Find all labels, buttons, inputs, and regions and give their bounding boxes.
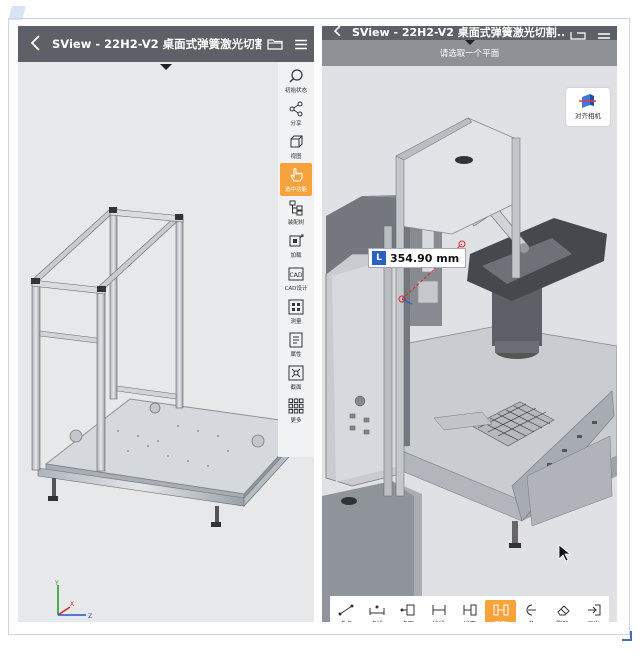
tool-load[interactable]: 加载	[280, 229, 312, 262]
hamburger-menu-icon	[598, 33, 610, 39]
measurement-label: L 354.90 mm	[368, 248, 467, 268]
left-phone-screen: SView - 22H2-V2 桌面式弹簧激光切割.. 初始状态 分享 视图 选…	[18, 26, 314, 622]
measure-point-face-button[interactable]: 点面	[392, 600, 423, 622]
tool-view[interactable]: 视图	[280, 130, 312, 163]
tool-properties[interactable]: 属性	[280, 328, 312, 361]
open-folder-button[interactable]	[262, 38, 288, 50]
collapse-panel-toggle[interactable]	[138, 62, 194, 74]
properties-icon	[289, 332, 303, 347]
tool-reset-view[interactable]: 初始状态	[280, 64, 312, 97]
menu-button[interactable]	[288, 39, 314, 50]
back-button[interactable]	[18, 32, 52, 56]
measure-point-point-button[interactable]: 点点	[330, 600, 361, 622]
point-line-icon	[369, 605, 384, 615]
view-cube-icon	[290, 135, 303, 147]
open-folder-button-right[interactable]	[565, 32, 591, 40]
share-icon	[289, 101, 303, 116]
align-camera-button[interactable]: 对齐相机	[566, 88, 610, 126]
point-point-icon	[338, 604, 353, 616]
tool-section[interactable]: 截面	[280, 361, 312, 394]
menu-button-right[interactable]	[591, 32, 617, 40]
measure-icon	[288, 299, 304, 314]
tool-more[interactable]: 更多	[280, 394, 312, 427]
selection-hint-bar: 请选取一个平面	[322, 40, 617, 66]
measure-line-line-button[interactable]: 线线	[423, 600, 454, 622]
cad-design-icon: CAD	[288, 267, 304, 280]
delete-measurement-button[interactable]: 删除	[547, 600, 578, 622]
top-app-bar: SView - 22H2-V2 桌面式弹簧激光切割..	[18, 26, 314, 62]
screenshot-root: SView - 22H2-V2 桌面式弹簧激光切割.. 初始状态 分享 视图 选…	[0, 0, 640, 655]
mouse-pointer-icon	[558, 544, 572, 562]
hamburger-menu-icon	[295, 39, 307, 49]
tool-share[interactable]: 分享	[280, 97, 312, 130]
length-tag: L	[372, 251, 386, 265]
measure-angle-button[interactable]: 角	[516, 600, 547, 622]
svg-text:CAD: CAD	[290, 272, 303, 279]
tool-select[interactable]: 选中功能	[280, 163, 312, 196]
right-tool-strip: 初始状态 分享 视图 选中功能 装配树 加载 CAD CAD设计 测量 属性 截…	[278, 62, 314, 457]
back-button-right[interactable]	[322, 26, 352, 40]
align-camera-icon	[579, 94, 596, 108]
eraser-icon	[556, 605, 570, 616]
point-face-icon	[400, 604, 414, 616]
tool-cad-design[interactable]: CAD CAD设计	[280, 262, 312, 295]
exit-icon	[587, 604, 600, 616]
document-title: SView - 22H2-V2 桌面式弹簧激光切割..	[52, 37, 262, 51]
measure-line-face-button[interactable]: 线面	[454, 600, 485, 622]
angle-icon	[526, 604, 536, 616]
hand-select-icon	[290, 167, 303, 182]
axis-x-label: X	[70, 601, 74, 608]
frame-corner-mark	[622, 631, 632, 641]
face-face-icon	[493, 604, 508, 616]
measure-face-face-button[interactable]: 面面	[485, 600, 516, 622]
folder-icon	[267, 39, 283, 50]
section-icon	[288, 365, 304, 380]
selection-hint: 请选取一个平面	[439, 49, 500, 59]
more-grid-icon	[288, 398, 304, 413]
exit-measure-button[interactable]: 退出	[578, 600, 609, 622]
collapse-arrow-icon[interactable]	[465, 40, 475, 45]
right-phone-screen: SView - 22H2-V2 桌面式弹簧激光切割.. 请选取一个平面 对齐相机…	[322, 26, 617, 622]
line-line-icon	[432, 605, 445, 615]
chevron-left-icon	[333, 26, 341, 37]
top-app-bar-right: SView - 22H2-V2 桌面式弹簧激光切割..	[322, 26, 617, 40]
axis-z-label: Z	[88, 613, 92, 619]
model-viewport[interactable]	[18, 26, 314, 622]
assembly-tree-icon	[289, 200, 303, 215]
document-title-right: SView - 22H2-V2 桌面式弹簧激光切割..	[352, 26, 565, 39]
axis-triad: Y X Z	[54, 580, 92, 619]
reset-view-icon	[289, 68, 303, 82]
folder-icon	[570, 32, 586, 40]
line-face-icon	[463, 604, 476, 616]
tool-assembly-tree[interactable]: 装配树	[280, 196, 312, 229]
measure-point-line-button[interactable]: 点线	[361, 600, 392, 622]
measurement-value: 354.90 mm	[390, 251, 460, 265]
axis-y-label: Y	[54, 580, 59, 587]
load-icon	[289, 234, 304, 246]
tool-measure[interactable]: 测量	[280, 295, 312, 328]
chevron-left-icon	[30, 35, 40, 51]
measure-toolbar: 点点 点线 点面 线线 线面 面面	[330, 596, 609, 622]
